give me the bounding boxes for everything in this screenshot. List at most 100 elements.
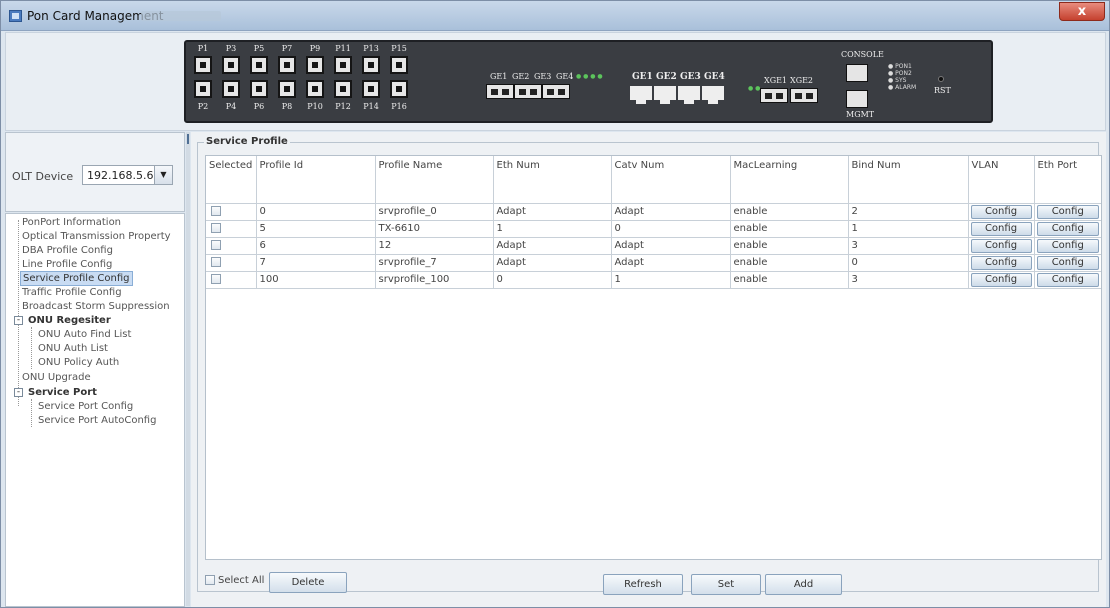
pon-port[interactable] bbox=[390, 56, 408, 74]
cell-profile-id: 5 bbox=[256, 220, 376, 238]
pon-port-label: P13 bbox=[363, 44, 379, 53]
select-all-checkbox[interactable] bbox=[205, 575, 215, 585]
console-label: CONSOLE bbox=[841, 50, 884, 59]
col-eth-num[interactable]: Eth Num bbox=[493, 156, 612, 204]
col-selected[interactable]: Selected bbox=[206, 156, 257, 204]
pon-port[interactable] bbox=[362, 56, 380, 74]
cell-mac-learning: enable bbox=[730, 271, 849, 289]
cell-profile-id: 7 bbox=[256, 254, 376, 272]
tree-item-service-port-config[interactable]: Service Port Config bbox=[38, 400, 133, 413]
pon-port[interactable] bbox=[222, 56, 240, 74]
eth-port-config-button[interactable]: Config bbox=[1036, 204, 1099, 219]
collapse-icon[interactable]: - bbox=[14, 316, 23, 325]
sfp-port[interactable] bbox=[542, 84, 570, 99]
xge-port[interactable] bbox=[790, 88, 818, 103]
close-button[interactable]: x bbox=[1059, 2, 1105, 21]
row-checkbox[interactable] bbox=[211, 274, 221, 284]
rj45-port[interactable] bbox=[630, 86, 652, 104]
tree-item-onu-policy-auth[interactable]: ONU Policy Auth bbox=[38, 356, 119, 369]
rj45-port[interactable] bbox=[678, 86, 700, 104]
sfp-port[interactable] bbox=[486, 84, 514, 99]
ge-port-label: GE4 bbox=[704, 72, 725, 82]
rj45-port[interactable] bbox=[654, 86, 676, 104]
tree-item-onu-auto-find[interactable]: ONU Auto Find List bbox=[38, 328, 131, 341]
cell-profile-id: 100 bbox=[256, 271, 376, 289]
row-checkbox[interactable] bbox=[211, 257, 221, 267]
mgmt-port[interactable] bbox=[846, 90, 868, 108]
tree-group-onu-register[interactable]: ONU Regesiter bbox=[28, 314, 111, 327]
eth-port-config-button[interactable]: Config bbox=[1036, 272, 1099, 287]
tree-group-service-port[interactable]: Service Port bbox=[28, 386, 97, 399]
tree-item-optical-transmission[interactable]: Optical Transmission Property bbox=[22, 230, 171, 243]
tree-item-line-profile[interactable]: Line Profile Config bbox=[22, 258, 112, 271]
eth-port-config-button[interactable]: Config bbox=[1036, 238, 1099, 253]
collapse-icon[interactable]: - bbox=[14, 388, 23, 397]
table-row[interactable]: 7 srvprofile_7 Adapt Adapt enable 0 Conf… bbox=[206, 254, 1101, 272]
pon-port[interactable] bbox=[334, 80, 352, 98]
table-row[interactable]: 0 srvprofile_0 Adapt Adapt enable 2 Conf… bbox=[206, 203, 1101, 221]
add-button[interactable]: Add bbox=[765, 574, 842, 595]
table-row[interactable]: 5 TX-6610 1 0 enable 1 Config Config bbox=[206, 220, 1101, 238]
eth-port-config-button[interactable]: Config bbox=[1036, 221, 1099, 236]
vlan-config-button[interactable]: Config bbox=[970, 221, 1032, 236]
refresh-button[interactable]: Refresh bbox=[603, 574, 683, 595]
tree-item-ponport-information[interactable]: PonPort Information bbox=[22, 216, 121, 229]
chevron-down-icon[interactable]: ▼ bbox=[154, 166, 172, 184]
table-row[interactable]: 6 12 Adapt Adapt enable 3 Config Config bbox=[206, 237, 1101, 255]
col-profile-name[interactable]: Profile Name bbox=[375, 156, 494, 204]
olt-device-select[interactable]: 192.168.5.68 ▼ bbox=[82, 165, 173, 185]
eth-port-config-button[interactable]: Config bbox=[1036, 255, 1099, 270]
cell-eth-num: Adapt bbox=[493, 254, 612, 272]
cell-mac-learning: enable bbox=[730, 237, 849, 255]
pon-port[interactable] bbox=[390, 80, 408, 98]
col-profile-id[interactable]: Profile Id bbox=[256, 156, 376, 204]
pon-port[interactable] bbox=[306, 80, 324, 98]
tree-item-service-port-autoconfig[interactable]: Service Port AutoConfig bbox=[38, 414, 156, 427]
console-port[interactable] bbox=[846, 64, 868, 82]
vlan-config-button[interactable]: Config bbox=[970, 204, 1032, 219]
group-title: Service Profile bbox=[204, 136, 290, 147]
vlan-config-button[interactable]: Config bbox=[970, 255, 1032, 270]
pon-port[interactable] bbox=[306, 56, 324, 74]
cell-profile-name: srvprofile_100 bbox=[375, 271, 494, 289]
select-all-toggle[interactable]: Select All bbox=[205, 575, 264, 586]
pon-port[interactable] bbox=[362, 80, 380, 98]
vlan-config-button[interactable]: Config bbox=[970, 272, 1032, 287]
row-checkbox[interactable] bbox=[211, 206, 221, 216]
tree-item-service-profile[interactable]: Service Profile Config bbox=[20, 271, 133, 286]
tree-item-dba-profile[interactable]: DBA Profile Config bbox=[22, 244, 113, 257]
pon-port[interactable] bbox=[278, 56, 296, 74]
cell-profile-name: TX-6610 bbox=[375, 220, 494, 238]
pon-port[interactable] bbox=[250, 56, 268, 74]
pon-port[interactable] bbox=[334, 56, 352, 74]
mgmt-label: MGMT bbox=[846, 110, 875, 119]
set-button[interactable]: Set bbox=[691, 574, 761, 595]
tree-item-onu-auth-list[interactable]: ONU Auth List bbox=[38, 342, 108, 355]
row-checkbox[interactable] bbox=[211, 240, 221, 250]
xge-port[interactable] bbox=[760, 88, 788, 103]
tree-item-traffic-profile[interactable]: Traffic Profile Config bbox=[22, 286, 122, 299]
vlan-config-button[interactable]: Config bbox=[970, 238, 1032, 253]
tree-item-onu-upgrade[interactable]: ONU Upgrade bbox=[22, 371, 91, 384]
cell-catv-num: Adapt bbox=[611, 237, 731, 255]
pon-port-label: P1 bbox=[197, 44, 209, 53]
col-eth-port[interactable]: Eth Port bbox=[1034, 156, 1101, 204]
col-catv-num[interactable]: Catv Num bbox=[611, 156, 731, 204]
delete-button[interactable]: Delete bbox=[269, 572, 347, 593]
row-checkbox[interactable] bbox=[211, 223, 221, 233]
col-vlan[interactable]: VLAN bbox=[968, 156, 1035, 204]
col-bind-num[interactable]: Bind Num bbox=[848, 156, 969, 204]
pon-port[interactable] bbox=[194, 56, 212, 74]
tree-item-broadcast-storm[interactable]: Broadcast Storm Suppression bbox=[22, 300, 170, 313]
pon-port[interactable] bbox=[194, 80, 212, 98]
pon-port[interactable] bbox=[222, 80, 240, 98]
pon-port-label: P6 bbox=[253, 102, 265, 111]
col-mac-learning[interactable]: MacLearning bbox=[730, 156, 849, 204]
pon-port[interactable] bbox=[250, 80, 268, 98]
panel-splitter[interactable] bbox=[186, 132, 190, 606]
pon-port[interactable] bbox=[278, 80, 296, 98]
sfp-port[interactable] bbox=[514, 84, 542, 99]
rj45-port[interactable] bbox=[702, 86, 724, 104]
table-row[interactable]: 100 srvprofile_100 0 1 enable 3 Config C… bbox=[206, 271, 1101, 289]
reset-button[interactable] bbox=[938, 76, 944, 82]
